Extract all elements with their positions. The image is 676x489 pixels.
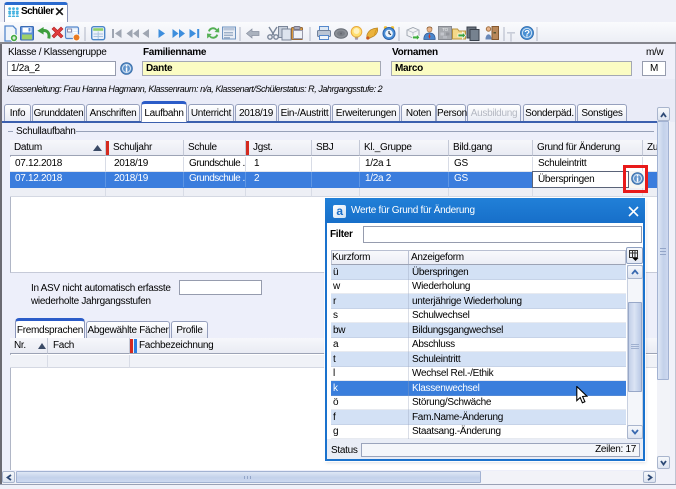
svg-text:TO: TO — [442, 27, 448, 32]
svg-text:?: ? — [524, 29, 530, 40]
